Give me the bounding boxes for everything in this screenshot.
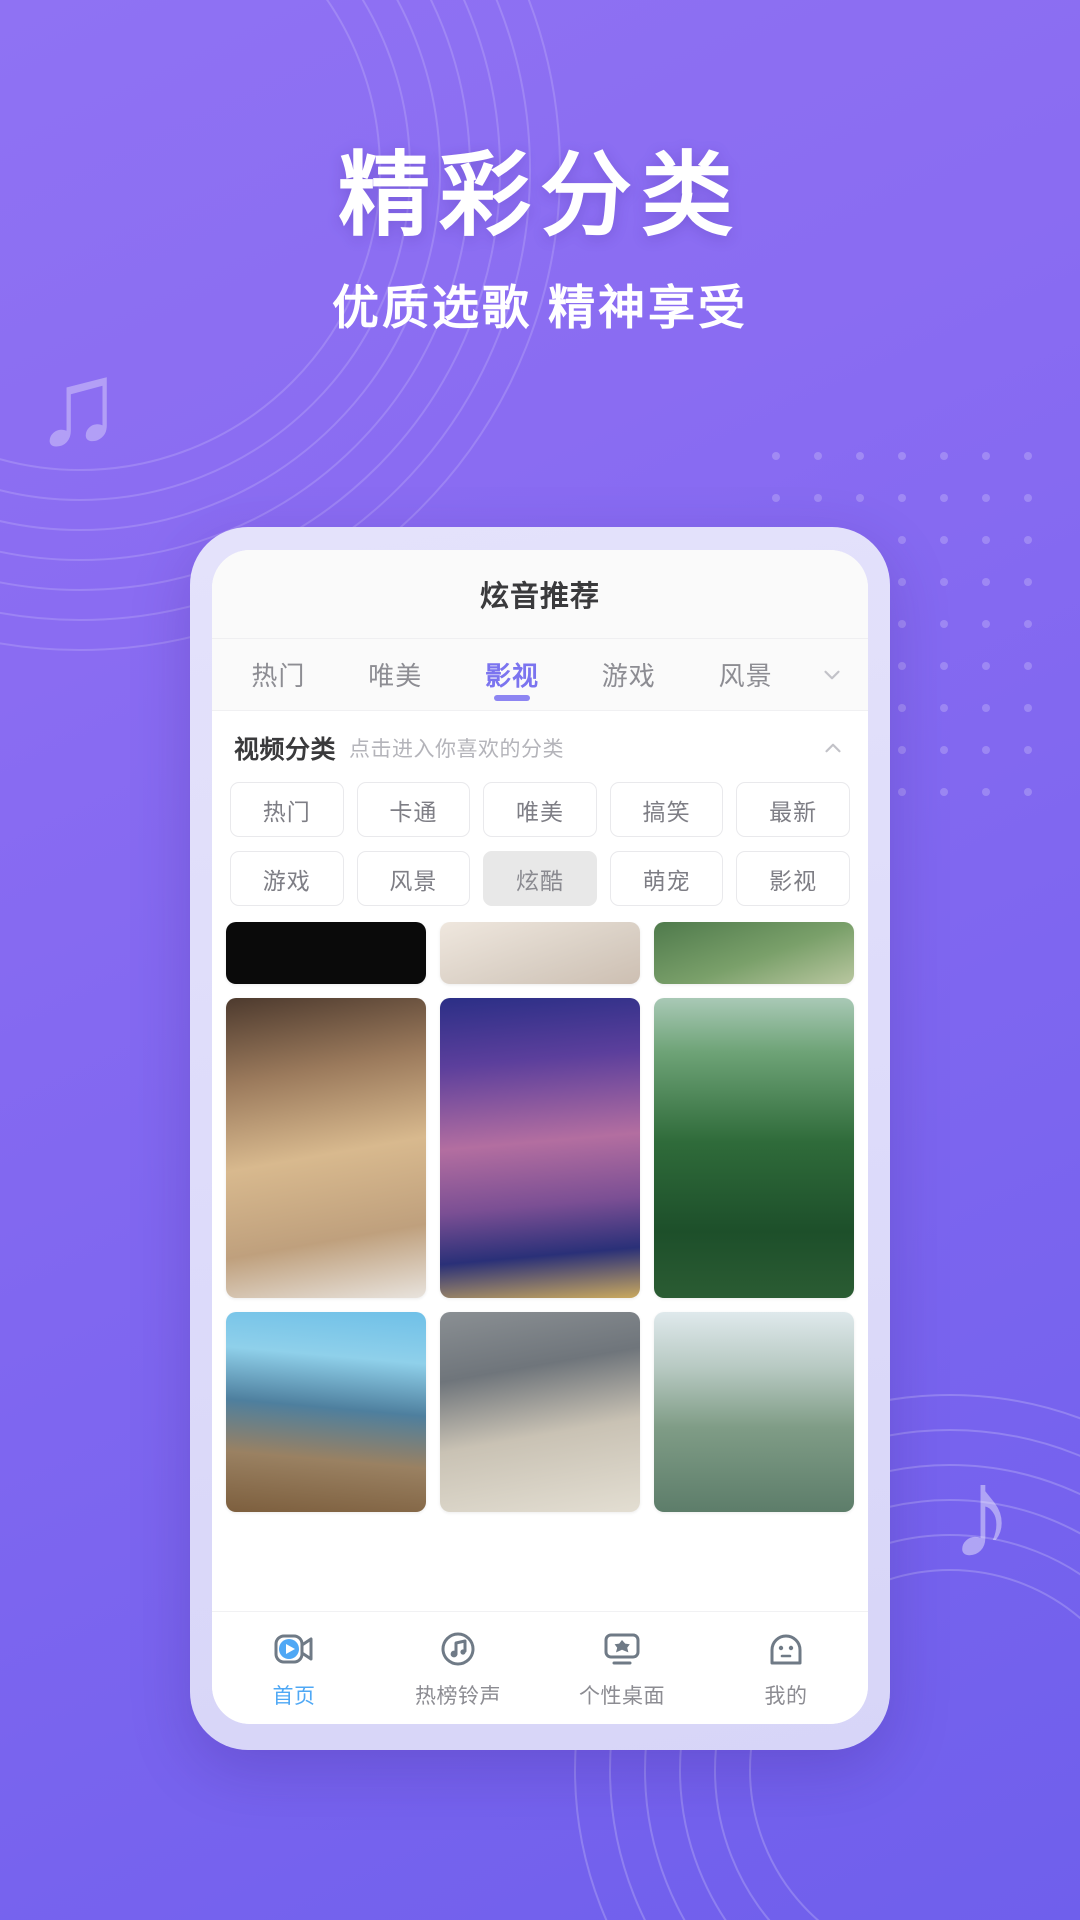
category-chip-label: 最新 bbox=[769, 798, 818, 825]
phone-mockup: 炫音推荐 热门 唯美 影视 游戏 风景 视频分类 点击进入你喜欢的分类 热门 卡通 唯美 搞笑… bbox=[190, 527, 890, 1750]
active-tab-underline bbox=[493, 695, 530, 701]
music-note-icon-right: ♪ bbox=[950, 1442, 1014, 1585]
category-chip[interactable]: 热门 bbox=[230, 782, 344, 837]
category-chip-label: 风景 bbox=[389, 867, 438, 894]
tab-3[interactable]: 影视 bbox=[454, 639, 571, 710]
category-chip-label: 萌宠 bbox=[642, 867, 691, 894]
category-chip[interactable]: 风景 bbox=[356, 851, 471, 906]
nav-item-3[interactable]: 个性桌面 bbox=[540, 1627, 704, 1710]
promo-headline: 精彩分类 优质选歌 精神享受 bbox=[0, 150, 1080, 331]
video-thumb[interactable] bbox=[440, 1312, 640, 1512]
tab-5[interactable]: 风景 bbox=[687, 639, 804, 710]
category-chip[interactable]: 唯美 bbox=[483, 782, 597, 837]
category-chip-label: 搞笑 bbox=[642, 798, 691, 825]
nav-item-2[interactable]: 热榜铃声 bbox=[376, 1627, 540, 1710]
chevron-up-icon[interactable] bbox=[820, 735, 846, 761]
category-chip-label: 热门 bbox=[262, 798, 311, 825]
promo-subtitle: 优质选歌 精神享受 bbox=[331, 281, 749, 334]
music-note-circle-icon bbox=[436, 1627, 480, 1671]
tab-2[interactable]: 唯美 bbox=[337, 639, 454, 710]
bottom-navigation[interactable]: 首页 热榜铃声 个性桌面 我的 bbox=[212, 1611, 868, 1724]
category-chip[interactable]: 游戏 bbox=[230, 851, 344, 906]
category-chip-label: 游戏 bbox=[262, 867, 311, 894]
category-tabbar[interactable]: 热门 唯美 影视 游戏 风景 bbox=[212, 639, 868, 711]
video-thumb[interactable] bbox=[440, 922, 640, 984]
app-title: 炫音推荐 bbox=[479, 581, 600, 613]
desktop-wallpaper-icon bbox=[600, 1627, 644, 1671]
video-category-title: 视频分类 bbox=[234, 736, 337, 764]
video-thumb[interactable] bbox=[654, 1312, 854, 1512]
profile-icon bbox=[764, 1627, 808, 1671]
video-thumb[interactable] bbox=[440, 998, 640, 1298]
category-chip-label: 卡通 bbox=[389, 798, 438, 825]
nav-item-4[interactable]: 我的 bbox=[704, 1627, 868, 1710]
category-chip[interactable]: 影视 bbox=[736, 851, 850, 906]
chevron-down-icon[interactable] bbox=[804, 639, 860, 710]
video-thumb[interactable] bbox=[226, 1312, 426, 1512]
category-chip-label: 炫酷 bbox=[515, 867, 564, 894]
tab-label: 唯美 bbox=[368, 661, 423, 691]
category-chip[interactable]: 萌宠 bbox=[609, 851, 724, 906]
app-screen: 炫音推荐 热门 唯美 影视 游戏 风景 视频分类 点击进入你喜欢的分类 热门 卡通 唯美 搞笑… bbox=[212, 550, 868, 1724]
category-chip-list[interactable]: 热门 卡通 唯美 搞笑 最新游戏 风景 炫酷 萌宠 影视 bbox=[212, 770, 868, 922]
thumb-row-clipped[interactable] bbox=[226, 922, 854, 984]
thumb-row-2[interactable] bbox=[226, 1312, 854, 1512]
nav-item-label: 我的 bbox=[764, 1684, 808, 1708]
tab-label: 热门 bbox=[251, 661, 306, 691]
video-category-header[interactable]: 视频分类 点击进入你喜欢的分类 bbox=[212, 711, 868, 770]
nav-item-label: 热榜铃声 bbox=[415, 1684, 501, 1708]
thumb-row-1[interactable] bbox=[226, 998, 854, 1298]
category-chip[interactable]: 搞笑 bbox=[609, 782, 724, 837]
video-thumbnail-grid[interactable] bbox=[212, 922, 868, 1611]
category-chip[interactable]: 最新 bbox=[736, 782, 850, 837]
music-note-icon-left: ♫ bbox=[34, 338, 123, 470]
tab-label: 影视 bbox=[484, 661, 539, 691]
app-header: 炫音推荐 bbox=[212, 550, 868, 639]
tab-label: 风景 bbox=[718, 661, 773, 691]
video-thumb[interactable] bbox=[226, 998, 426, 1298]
tab-1[interactable]: 热门 bbox=[220, 639, 337, 710]
category-chip[interactable]: 卡通 bbox=[356, 782, 471, 837]
nav-item-label: 个性桌面 bbox=[579, 1684, 665, 1708]
video-category-subtitle: 点击进入你喜欢的分类 bbox=[349, 738, 565, 761]
video-thumb[interactable] bbox=[226, 922, 426, 984]
promo-title: 精彩分类 bbox=[337, 145, 742, 247]
promo-page: ♫ ♪ 精彩分类 优质选歌 精神享受 炫音推荐 热门 唯美 影视 游戏 风景 视频分类 … bbox=[0, 0, 1080, 1920]
category-chip-label: 唯美 bbox=[515, 798, 564, 825]
video-play-icon bbox=[272, 1627, 316, 1671]
nav-item-label: 首页 bbox=[272, 1684, 316, 1708]
video-thumb[interactable] bbox=[654, 922, 854, 984]
tab-label: 游戏 bbox=[601, 661, 656, 691]
category-chip-label: 影视 bbox=[769, 867, 818, 894]
category-chip[interactable]: 炫酷 bbox=[483, 851, 597, 906]
video-thumb[interactable] bbox=[654, 998, 854, 1298]
nav-item-1[interactable]: 首页 bbox=[212, 1627, 376, 1710]
tab-4[interactable]: 游戏 bbox=[570, 639, 687, 710]
